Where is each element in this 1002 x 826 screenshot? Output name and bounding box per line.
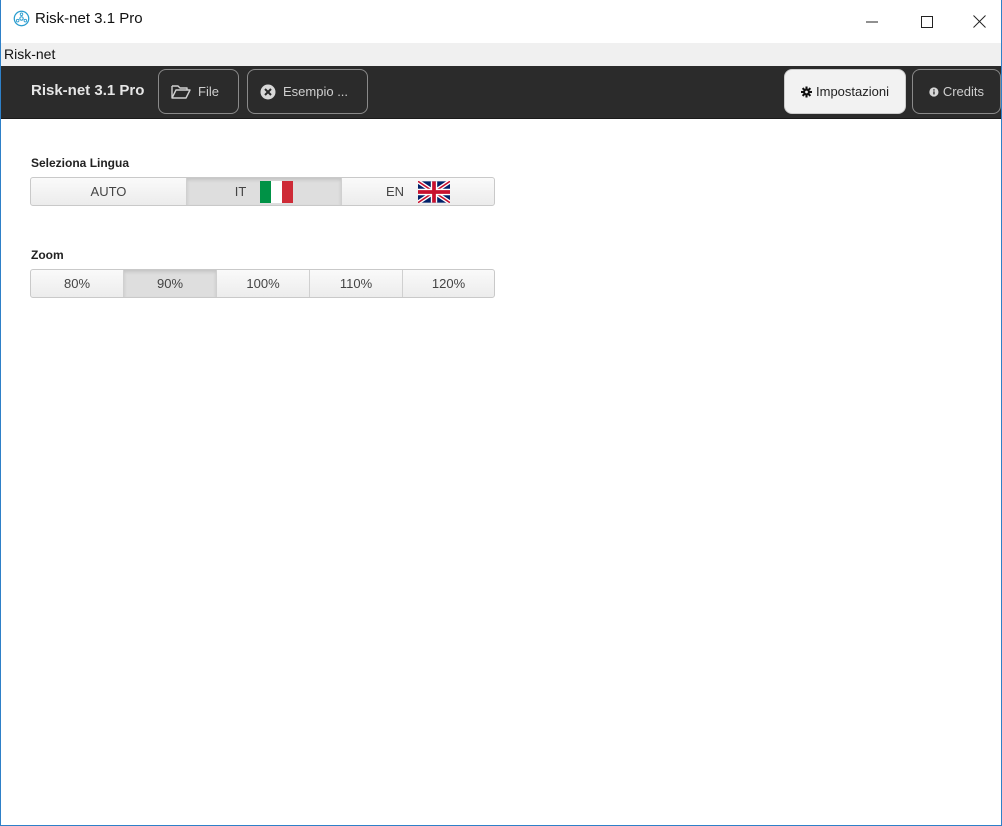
file-button-label: File [198,84,219,99]
zoom-option-110[interactable]: 110% [310,270,403,297]
zoom-selector: 80% 90% 100% 110% 120% [30,269,495,298]
uk-flag-icon [418,180,451,203]
language-option-auto[interactable]: AUTO [31,178,187,205]
app-window: Risk-net 3.1 Pro Risk-net Risk-net 3.1 P… [0,0,1002,826]
credits-button[interactable]: Credits [912,69,1001,114]
app-logo-icon [13,10,30,27]
zoom-option-label: 120% [431,276,466,291]
zoom-option-label: 100% [246,276,280,291]
language-option-label: AUTO [90,184,127,199]
zoom-option-90[interactable]: 90% [124,270,217,297]
close-button[interactable] [956,0,1002,43]
impostazioni-button-label: Impostazioni [816,84,889,99]
maximize-icon [921,15,933,28]
esempio-button[interactable]: Esempio ... [247,69,368,114]
zoom-option-80[interactable]: 80% [31,270,124,297]
folder-open-icon [171,84,191,99]
minimize-icon [866,21,878,22]
zoom-option-100[interactable]: 100% [217,270,310,297]
times-circle-icon [260,84,276,99]
file-button[interactable]: File [158,69,239,114]
language-selector: AUTO IT EN [30,177,495,206]
menu-item-risk-net[interactable]: Risk-net [4,46,55,62]
brand-title: Risk-net 3.1 Pro [31,82,145,99]
window-title: Risk-net 3.1 Pro [35,10,143,27]
language-option-label: IT [234,184,247,199]
zoom-option-label: 80% [63,276,91,291]
cog-icon [801,85,813,98]
zoom-option-label: 110% [339,276,373,291]
language-section-label: Seleziona Lingua [31,156,130,170]
zoom-option-label: 90% [156,276,184,291]
maximize-button[interactable] [904,0,950,43]
zoom-section-label: Zoom [31,248,64,262]
zoom-option-120[interactable]: 120% [403,270,494,297]
esempio-button-label: Esempio ... [283,84,349,99]
language-option-en[interactable]: EN [342,178,494,205]
title-bar: Risk-net 3.1 Pro [1,0,1001,43]
language-option-label: EN [385,184,405,199]
italy-flag-icon [260,180,294,203]
info-circle-icon [929,86,939,97]
app-toolbar: Risk-net 3.1 Pro File Esempio ... Impost… [1,66,1001,119]
close-icon [972,15,986,28]
minimize-button[interactable] [849,0,895,43]
language-option-it[interactable]: IT [187,178,342,205]
credits-button-label: Credits [942,84,984,99]
impostazioni-button[interactable]: Impostazioni [784,69,906,114]
menu-bar: Risk-net [1,43,1001,66]
